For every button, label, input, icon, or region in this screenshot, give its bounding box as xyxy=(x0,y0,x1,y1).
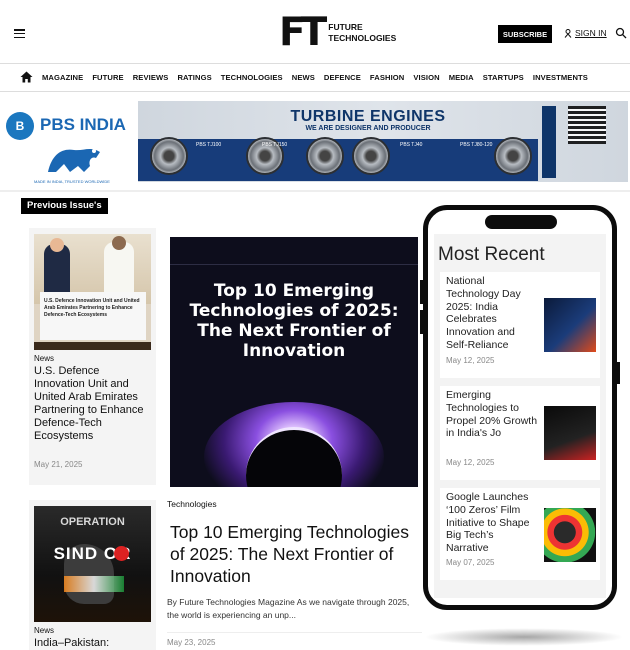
featured-date: May 23, 2025 xyxy=(167,638,216,647)
featured-rule xyxy=(167,632,422,633)
previous-issues-label: Previous Issue's xyxy=(21,198,108,214)
featured-image[interactable]: Top 10 Emerging Technologies of 2025: Th… xyxy=(170,237,418,487)
operation-text: OPERATION xyxy=(60,516,125,528)
nav-item-future[interactable]: FUTURE xyxy=(92,73,123,82)
pbs-india-logo[interactable]: B PBS INDIA MADE IN INDIA, TRUSTED WORLD… xyxy=(6,110,136,186)
phone-frame: Most Recent National Technology Day 2025… xyxy=(420,205,620,610)
phone-shadow xyxy=(424,628,624,646)
most-recent-item[interactable]: Google Launches ‘100 Zeros’ Film Initiat… xyxy=(440,488,600,580)
turbine-image xyxy=(494,137,532,175)
featured-excerpt: By Future Technologies Magazine As we na… xyxy=(167,597,410,620)
most-recent-title[interactable]: Google Launches ‘100 Zeros’ Film Initiat… xyxy=(446,491,538,555)
card-title[interactable]: India–Pakistan: xyxy=(34,637,109,650)
ad-model-3: PBS TJ40 xyxy=(400,142,423,148)
nav-item-fashion[interactable]: FASHION xyxy=(370,73,404,82)
turbine-image xyxy=(150,137,188,175)
logo-line-2: TECHNOLOGIES xyxy=(328,33,397,43)
phone-side-button xyxy=(420,310,423,334)
ad-title: TURBINE ENGINES xyxy=(290,108,446,125)
featured-image-headline: Top 10 Emerging Technologies of 2025: Th… xyxy=(189,281,399,361)
nav-item-startups[interactable]: STARTUPS xyxy=(483,73,524,82)
card-date: May 21, 2025 xyxy=(34,460,83,469)
sign-in-link[interactable]: SIGN IN xyxy=(564,28,607,38)
menu-icon[interactable] xyxy=(14,29,25,38)
ad-model-1: PBS TJ100 xyxy=(196,142,222,148)
nav-item-media[interactable]: MEDIA xyxy=(449,73,474,82)
ad-subtitle: WE ARE DESIGNER AND PRODUCER xyxy=(305,125,431,132)
most-recent-item[interactable]: National Technology Day 2025: India Cele… xyxy=(440,272,600,378)
logo-line-1: FUTURE xyxy=(328,22,363,32)
lion-emblem-icon xyxy=(48,148,100,172)
nav-item-vision[interactable]: VISION xyxy=(413,73,439,82)
subscribe-button[interactable]: SUBSCRIBE xyxy=(498,25,552,43)
most-recent-title[interactable]: National Technology Day 2025: India Cele… xyxy=(446,275,538,352)
nav-item-reviews[interactable]: REVIEWS xyxy=(133,73,169,82)
nav-item-ratings[interactable]: RATINGS xyxy=(177,73,211,82)
most-recent-item[interactable]: Emerging Technologies to Propel 20% Grow… xyxy=(440,386,600,480)
search-icon[interactable] xyxy=(615,27,627,39)
most-recent-thumbnail xyxy=(544,406,596,460)
phone-screen: Most Recent National Technology Day 2025… xyxy=(434,234,606,598)
site-logo[interactable]: FT FUTURE TECHNOLOGIES xyxy=(279,13,396,53)
most-recent-heading: Most Recent xyxy=(438,244,545,265)
most-recent-thumbnail xyxy=(544,508,596,562)
featured-title[interactable]: Top 10 Emerging Technologies of 2025: Th… xyxy=(170,521,422,587)
pbs-badge-icon: B xyxy=(6,112,34,140)
most-recent-date: May 07, 2025 xyxy=(446,558,495,567)
qr-code-icon xyxy=(568,106,606,144)
card-image: OPERATION SIND OR xyxy=(34,506,151,622)
nav-item-magazine[interactable]: MAGAZINE xyxy=(42,73,83,82)
previous-issue-card[interactable]: OPERATION SIND OR News India–Pakistan: xyxy=(29,500,156,650)
ad-model-2: PBS TJ150 xyxy=(262,142,288,148)
pbs-tagline: MADE IN INDIA, TRUSTED WORLDWIDE xyxy=(34,179,110,184)
most-recent-thumbnail xyxy=(544,298,596,352)
sindoor-text: SIND OR xyxy=(53,544,132,563)
logo-words: FUTURE TECHNOLOGIES xyxy=(328,22,396,44)
previous-issue-card[interactable]: U.S. Defence Innovation Unit and United … xyxy=(29,228,156,485)
card-image-caption: U.S. Defence Innovation Unit and United … xyxy=(44,298,140,318)
turbine-engines-ad[interactable]: TURBINE ENGINES WE ARE DESIGNER AND PROD… xyxy=(138,101,628,182)
card-title[interactable]: U.S. Defence Innovation Unit and United … xyxy=(34,365,152,443)
most-recent-date: May 12, 2025 xyxy=(446,356,495,365)
most-recent-date: May 12, 2025 xyxy=(446,458,495,467)
card-category[interactable]: News xyxy=(34,626,54,635)
nav-item-investments[interactable]: INVESTMENTS xyxy=(533,73,588,82)
pbs-brand-name: PBS INDIA xyxy=(40,115,126,134)
turbine-image xyxy=(306,137,344,175)
home-icon[interactable] xyxy=(20,71,33,83)
ad-model-4: PBS TJ80-120 xyxy=(460,142,493,148)
featured-image-rule xyxy=(170,264,418,265)
featured-category[interactable]: Technologies xyxy=(167,499,217,509)
banner-rule xyxy=(0,190,630,192)
phone-notch xyxy=(485,215,557,229)
sign-in-label: SIGN IN xyxy=(575,28,607,38)
logo-mark: FT xyxy=(279,10,327,55)
nav-bottom-rule xyxy=(0,91,630,92)
user-icon xyxy=(564,28,572,38)
card-image: U.S. Defence Innovation Unit and United … xyxy=(34,234,151,350)
most-recent-title[interactable]: Emerging Technologies to Propel 20% Grow… xyxy=(446,389,538,440)
phone-side-button xyxy=(420,280,423,304)
nav-item-defence[interactable]: DEFENCE xyxy=(324,73,361,82)
ad-vertical-bar xyxy=(542,106,556,178)
nav-top-rule xyxy=(0,63,630,64)
nav-item-news[interactable]: NEWS xyxy=(292,73,315,82)
card-category[interactable]: News xyxy=(34,354,54,363)
main-nav: MAGAZINE FUTURE REVIEWS RATINGS TECHNOLO… xyxy=(20,66,588,88)
nav-item-technologies[interactable]: TECHNOLOGIES xyxy=(221,73,283,82)
turbine-image xyxy=(352,137,390,175)
phone-side-button xyxy=(617,362,620,384)
